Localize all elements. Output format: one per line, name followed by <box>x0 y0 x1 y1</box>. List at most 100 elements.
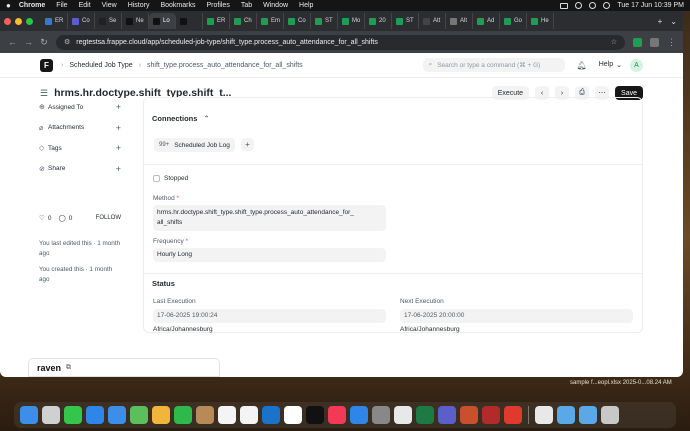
browser-tab[interactable] <box>176 13 203 29</box>
add-icon[interactable]: + <box>116 123 121 133</box>
trash-icon[interactable] <box>601 406 619 424</box>
anydesk-icon[interactable] <box>504 406 522 424</box>
menu-view[interactable]: View <box>102 2 117 9</box>
teams-icon[interactable] <box>438 406 456 424</box>
heart-icon[interactable]: ♡ <box>39 214 45 222</box>
browser-tab[interactable]: ST <box>311 13 338 29</box>
folder-icon[interactable] <box>579 406 597 424</box>
excel-icon[interactable] <box>416 406 434 424</box>
photos-icon[interactable] <box>152 406 170 424</box>
sidebar-item-attachments[interactable]: ⌀ Attachments + <box>39 118 121 139</box>
reminders-icon[interactable] <box>218 406 236 424</box>
external-link-icon[interactable]: ⧉ <box>66 364 71 372</box>
browser-tab[interactable]: Alt <box>446 13 473 29</box>
outlook-icon[interactable] <box>262 406 280 424</box>
menu-tab[interactable]: Tab <box>241 2 252 9</box>
connections-section-header[interactable]: Connections ⌃ <box>152 114 210 123</box>
site-info-icon[interactable]: ⚙ <box>64 38 70 46</box>
wifi-icon[interactable] <box>575 2 583 9</box>
frequency-select[interactable]: Hourly Long <box>153 248 386 262</box>
browser-tab[interactable]: Ne <box>122 13 149 29</box>
control-center-icon[interactable] <box>603 2 611 9</box>
connection-chip-scheduled-job-log[interactable]: 99+ Scheduled Job Log <box>154 138 235 152</box>
menu-window[interactable]: Window <box>263 2 288 9</box>
battery-icon[interactable] <box>560 2 569 9</box>
add-icon[interactable]: + <box>116 143 121 153</box>
new-tab-icon[interactable]: + <box>658 17 663 26</box>
sidebar-item-assigned-to[interactable]: ⊕ Assigned To + <box>39 97 121 118</box>
sidebar-item-tags[interactable]: ◇ Tags + <box>39 138 121 159</box>
apple-icon[interactable]: ● <box>6 1 11 10</box>
menubar-clock[interactable]: Tue 17 Jun 10:39 PM <box>617 2 684 9</box>
app-store-icon[interactable] <box>350 406 368 424</box>
preview-icon[interactable] <box>535 406 553 424</box>
freeform-icon[interactable] <box>240 406 258 424</box>
browser-tab[interactable]: ER <box>41 13 68 29</box>
settings-icon[interactable] <box>372 406 390 424</box>
stopped-checkbox[interactable] <box>153 175 160 182</box>
chrome-icon[interactable] <box>394 406 412 424</box>
avatar[interactable]: A <box>630 58 643 72</box>
contacts-icon[interactable] <box>196 406 214 424</box>
browser-tab[interactable]: Lo <box>149 13 176 29</box>
back-icon[interactable]: ← <box>8 37 17 47</box>
add-connection-button[interactable]: + <box>241 138 254 151</box>
awesomebar-search-input[interactable]: ⌕ Search or type a command (⌘ + G) <box>422 58 565 72</box>
reload-icon[interactable]: ↻ <box>40 37 48 48</box>
launchpad-icon[interactable] <box>42 406 60 424</box>
add-icon[interactable]: + <box>116 102 121 112</box>
breadcrumb-docname[interactable]: shift_type.process_auto_attendance_for_a… <box>147 62 303 69</box>
menu-chrome[interactable]: Chrome <box>19 2 45 9</box>
maps-icon[interactable] <box>130 406 148 424</box>
mail-icon[interactable] <box>108 406 126 424</box>
messages-icon[interactable] <box>64 406 82 424</box>
finder-icon[interactable] <box>20 406 38 424</box>
follow-button[interactable]: FOLLOW <box>96 215 121 221</box>
frappe-logo[interactable]: F <box>40 58 53 72</box>
desktop-file[interactable]: sample f...eopl.xlsx 2025-0...08.24 AM <box>570 380 672 386</box>
browser-tab[interactable]: Att <box>419 13 446 29</box>
tv-icon[interactable] <box>306 406 324 424</box>
music-icon[interactable] <box>328 406 346 424</box>
menu-help[interactable]: Help <box>299 2 313 9</box>
powerpoint-icon[interactable] <box>460 406 478 424</box>
browser-tab[interactable]: Go <box>500 13 527 29</box>
add-icon[interactable]: + <box>116 164 121 174</box>
notification-bell-icon[interactable]: 🔔︎ <box>577 61 587 70</box>
calendar-icon[interactable] <box>284 406 302 424</box>
menu-bookmarks[interactable]: Bookmarks <box>160 2 195 9</box>
search-icon[interactable] <box>589 2 597 9</box>
method-field[interactable]: hrms.hr.doctype.shift_type.shift_type.pr… <box>153 205 386 231</box>
bookmark-star-icon[interactable]: ☆ <box>611 38 617 46</box>
help-dropdown[interactable]: Help ⌄ <box>599 61 622 69</box>
close-window-icon[interactable] <box>4 17 11 25</box>
browser-tab[interactable]: He <box>527 13 554 29</box>
dictionary-icon[interactable] <box>482 406 500 424</box>
browser-tab[interactable]: Mo <box>338 13 365 29</box>
browser-tab[interactable]: Co <box>68 13 95 29</box>
extension-icon[interactable] <box>633 37 642 47</box>
zoom-window-icon[interactable] <box>26 17 33 25</box>
raven-chat-widget[interactable]: raven ⧉ <box>28 358 220 377</box>
forward-icon[interactable]: → <box>24 37 33 47</box>
browser-tab[interactable]: ER <box>203 13 230 29</box>
minimize-window-icon[interactable] <box>15 17 22 25</box>
safari-icon[interactable] <box>86 406 104 424</box>
profile-icon[interactable] <box>650 37 659 47</box>
menu-profiles[interactable]: Profiles <box>206 2 229 9</box>
browser-tab[interactable]: Co <box>284 13 311 29</box>
breadcrumb-doctype[interactable]: Scheduled Job Type <box>69 62 132 69</box>
menu-file[interactable]: File <box>56 2 67 9</box>
browser-tab[interactable]: ST <box>392 13 419 29</box>
menu-history[interactable]: History <box>128 2 150 9</box>
browser-tab[interactable]: Ch <box>230 13 257 29</box>
chrome-menu-icon[interactable]: ⋮ <box>667 37 676 48</box>
facetime-icon[interactable] <box>174 406 192 424</box>
browser-tab[interactable]: Ad <box>473 13 500 29</box>
menu-edit[interactable]: Edit <box>79 2 91 9</box>
sidebar-item-share[interactable]: ⊘ Share + <box>39 159 121 180</box>
tab-search-icon[interactable]: ⌄ <box>670 17 677 26</box>
folder-icon[interactable] <box>557 406 575 424</box>
browser-tab[interactable]: Em <box>257 13 284 29</box>
browser-tab[interactable]: Se <box>95 13 122 29</box>
